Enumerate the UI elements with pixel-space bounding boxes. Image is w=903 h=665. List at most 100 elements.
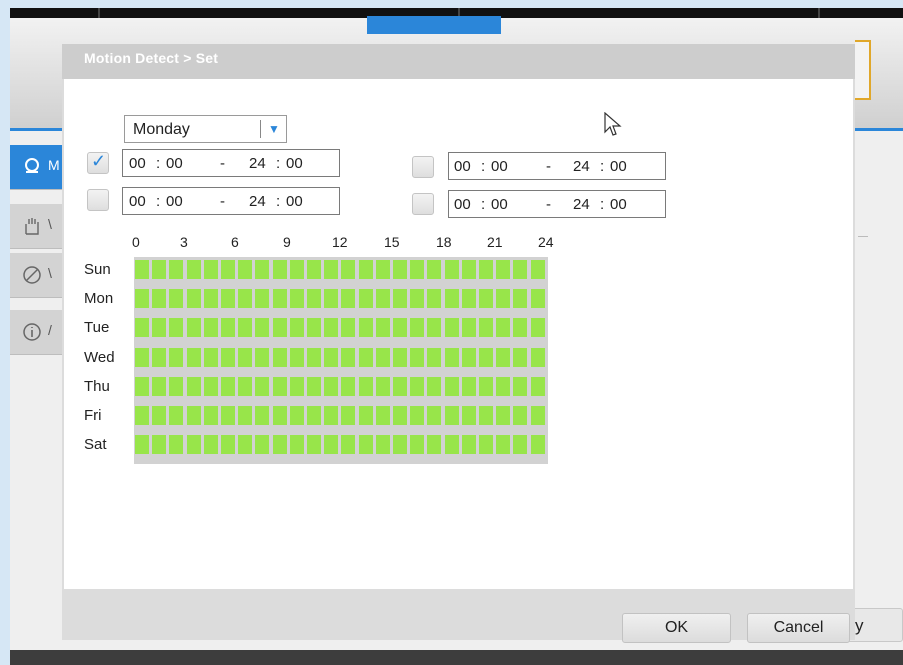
schedule-slot[interactable]	[272, 289, 287, 309]
schedule-slot[interactable]	[341, 318, 356, 338]
schedule-slot[interactable]	[169, 376, 184, 396]
schedule-slot[interactable]	[461, 406, 476, 425]
schedule-slot[interactable]	[203, 376, 218, 396]
schedule-slot[interactable]	[393, 435, 407, 455]
schedule-slot[interactable]	[461, 289, 476, 309]
schedule-slot[interactable]	[152, 406, 167, 425]
schedule-slot[interactable]	[152, 435, 167, 455]
schedule-slot[interactable]	[221, 318, 235, 338]
period-2-checkbox[interactable]	[87, 189, 109, 211]
schedule-slot[interactable]	[375, 318, 390, 338]
schedule-slot[interactable]	[135, 347, 149, 367]
schedule-slot[interactable]	[169, 260, 184, 279]
schedule-slot[interactable]	[513, 318, 528, 338]
schedule-slot[interactable]	[221, 376, 235, 396]
schedule-slot[interactable]	[479, 435, 493, 455]
schedule-slot[interactable]	[375, 376, 390, 396]
schedule-slot[interactable]	[393, 260, 407, 279]
end-minute[interactable]: 00	[286, 155, 303, 172]
schedule-slot[interactable]	[289, 318, 304, 338]
schedule-slot[interactable]	[186, 406, 201, 425]
schedule-slot[interactable]	[221, 406, 235, 425]
schedule-slot[interactable]	[324, 289, 339, 309]
schedule-slot[interactable]	[289, 376, 304, 396]
schedule-slot[interactable]	[203, 260, 218, 279]
schedule-slot[interactable]	[272, 406, 287, 425]
period-3-time-range[interactable]: 00 : 00 - 24 : 00	[448, 152, 666, 180]
start-minute[interactable]: 00	[491, 158, 508, 175]
period-1-checkbox[interactable]: ✓	[87, 151, 109, 174]
schedule-slot[interactable]	[289, 435, 304, 455]
schedule-slot[interactable]	[530, 289, 545, 309]
period-1-time-range[interactable]: 00 : 00 - 24 : 00	[122, 149, 340, 177]
schedule-slot[interactable]	[461, 376, 476, 396]
schedule-slot[interactable]	[272, 435, 287, 455]
schedule-slot[interactable]	[530, 406, 545, 425]
schedule-slot[interactable]	[410, 289, 425, 309]
schedule-slot[interactable]	[341, 406, 356, 425]
schedule-slot[interactable]	[358, 318, 373, 338]
schedule-slot[interactable]	[479, 406, 493, 425]
period-4-checkbox[interactable]	[412, 193, 434, 215]
schedule-slot[interactable]	[393, 347, 407, 367]
schedule-slot[interactable]	[238, 260, 253, 279]
schedule-slot[interactable]	[341, 260, 356, 279]
sidebar-tab-abnormality[interactable]: /	[10, 310, 62, 355]
schedule-slot[interactable]	[393, 289, 407, 309]
schedule-slot[interactable]	[307, 289, 321, 309]
schedule-slot[interactable]	[238, 318, 253, 338]
start-minute[interactable]: 00	[491, 196, 508, 213]
schedule-slot[interactable]	[238, 435, 253, 455]
schedule-slot[interactable]	[410, 347, 425, 367]
schedule-slot[interactable]	[341, 289, 356, 309]
start-hour[interactable]: 00	[129, 193, 146, 210]
schedule-slot[interactable]	[358, 260, 373, 279]
schedule-slot[interactable]	[135, 318, 149, 338]
schedule-slot[interactable]	[221, 260, 235, 279]
schedule-slot[interactable]	[203, 406, 218, 425]
schedule-slot[interactable]	[461, 260, 476, 279]
schedule-slot[interactable]	[375, 347, 390, 367]
schedule-slot[interactable]	[513, 347, 528, 367]
ok-button[interactable]: OK	[622, 613, 731, 643]
schedule-slot[interactable]	[152, 376, 167, 396]
schedule-slot[interactable]	[496, 435, 511, 455]
schedule-slot[interactable]	[393, 376, 407, 396]
schedule-slot[interactable]	[358, 406, 373, 425]
schedule-slot[interactable]	[479, 318, 493, 338]
schedule-slot[interactable]	[203, 289, 218, 309]
end-minute[interactable]: 00	[286, 193, 303, 210]
schedule-slot[interactable]	[255, 347, 270, 367]
start-hour[interactable]: 00	[454, 158, 471, 175]
schedule-slot[interactable]	[341, 376, 356, 396]
schedule-slot[interactable]	[272, 347, 287, 367]
schedule-slot[interactable]	[238, 347, 253, 367]
schedule-slot[interactable]	[496, 318, 511, 338]
sidebar-tab-video-loss[interactable]: \	[10, 253, 62, 298]
schedule-slot[interactable]	[496, 376, 511, 396]
end-hour[interactable]: 24	[573, 158, 590, 175]
schedule-slot[interactable]	[375, 435, 390, 455]
schedule-slot[interactable]	[513, 260, 528, 279]
period-4-time-range[interactable]: 00 : 00 - 24 : 00	[448, 190, 666, 218]
schedule-slot[interactable]	[135, 289, 149, 309]
schedule-slot[interactable]	[496, 260, 511, 279]
schedule-slot[interactable]	[496, 347, 511, 367]
schedule-slot[interactable]	[444, 289, 459, 309]
schedule-slot[interactable]	[307, 260, 321, 279]
period-2-time-range[interactable]: 00 : 00 - 24 : 00	[122, 187, 340, 215]
end-hour[interactable]: 24	[249, 155, 266, 172]
schedule-slot[interactable]	[427, 347, 442, 367]
schedule-slot[interactable]	[479, 376, 493, 396]
schedule-slot[interactable]	[427, 289, 442, 309]
sidebar-tab-motion[interactable]: M	[10, 145, 62, 190]
schedule-slot[interactable]	[289, 347, 304, 367]
schedule-slot[interactable]	[307, 435, 321, 455]
start-minute[interactable]: 00	[166, 193, 183, 210]
schedule-slot[interactable]	[410, 318, 425, 338]
schedule-slot[interactable]	[393, 318, 407, 338]
schedule-slot[interactable]	[375, 289, 390, 309]
schedule-slot[interactable]	[461, 347, 476, 367]
schedule-slot[interactable]	[238, 376, 253, 396]
schedule-slot[interactable]	[272, 260, 287, 279]
